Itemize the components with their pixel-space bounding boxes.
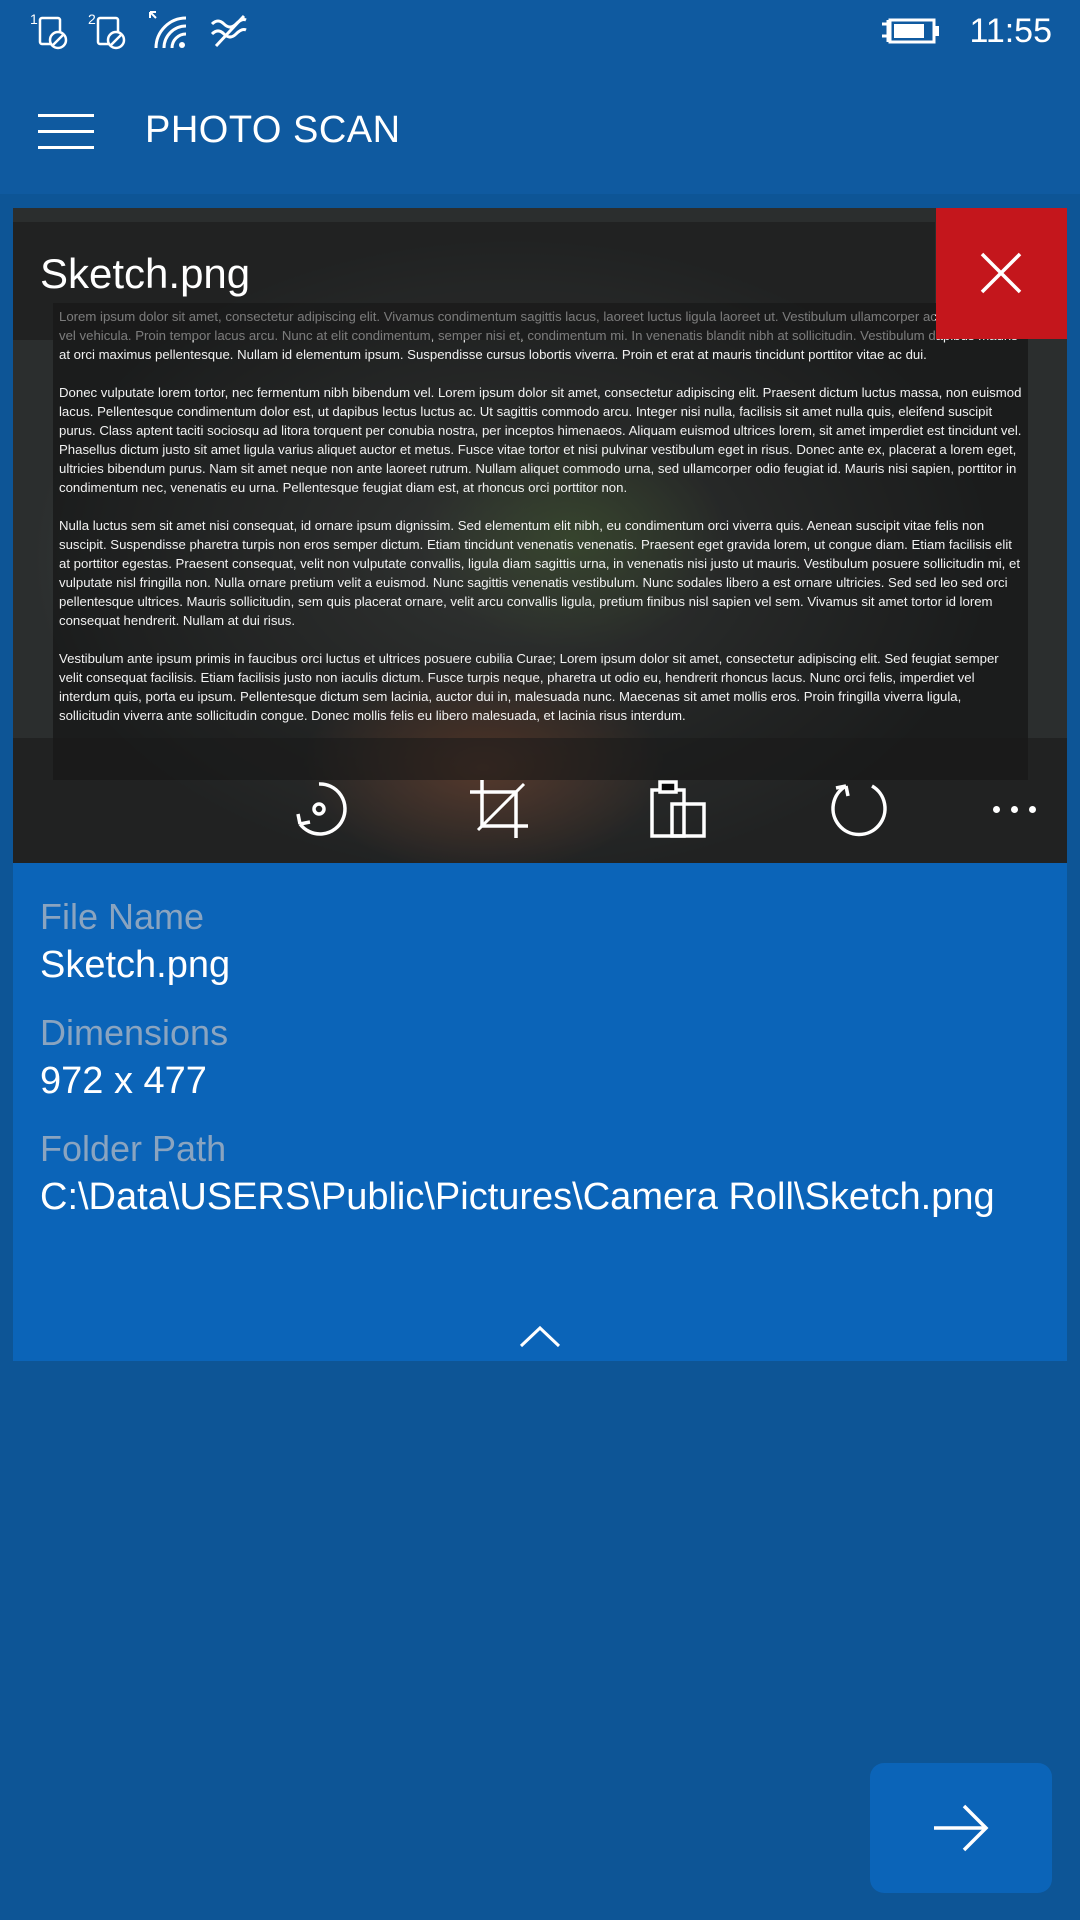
svg-text:1: 1 [30, 11, 38, 27]
hamburger-icon[interactable] [38, 114, 94, 149]
next-button[interactable] [870, 1763, 1052, 1893]
chevron-up-icon[interactable] [519, 1324, 561, 1348]
clock: 11:55 [969, 12, 1052, 50]
file-name-group: File Name Sketch.png [40, 894, 995, 990]
filter-button[interactable] [288, 778, 350, 840]
scan-card: Lorem ipsum dolor sit amet, consectetur … [13, 208, 1067, 1361]
dimensions-group: Dimensions 972 x 477 [40, 1010, 995, 1106]
dimensions-value: 972 x 477 [40, 1060, 207, 1102]
document-paragraph: Nulla luctus sem sit amet nisi consequat… [59, 518, 1020, 628]
flight-mode-icon [210, 14, 247, 48]
app-bar: PHOTO SCAN [0, 62, 1080, 194]
close-button[interactable] [936, 208, 1067, 339]
crop-icon [470, 780, 528, 838]
document-paragraph: Vestibulum ante ipsum primis in faucibus… [59, 651, 999, 723]
file-name-value: Sketch.png [40, 944, 231, 986]
app-title: PHOTO SCAN [145, 109, 401, 151]
folder-path-label: Folder Path [40, 1128, 227, 1169]
more-icon[interactable] [979, 790, 1049, 830]
close-icon [980, 252, 1022, 294]
arrow-right-icon [934, 1804, 989, 1852]
svg-text:2: 2 [88, 11, 96, 27]
folder-path-group: Folder Path C:\Data\USERS\Public\Picture… [40, 1126, 995, 1222]
scanned-document: Lorem ipsum dolor sit amet, consectetur … [53, 303, 1028, 780]
paste-icon [650, 780, 706, 838]
image-toolbar [13, 738, 1067, 863]
filter-icon [296, 782, 347, 836]
preview-file-title: Sketch.png [40, 250, 251, 297]
document-paragraph: Donec vulputate lorem tortor, nec fermen… [59, 385, 1022, 495]
file-name-label: File Name [40, 896, 205, 937]
sim1-blocked-icon: 1 [30, 11, 68, 50]
image-preview[interactable]: Lorem ipsum dolor sit amet, consectetur … [13, 208, 1067, 863]
rotate-button[interactable] [828, 778, 890, 840]
file-info: File Name Sketch.png Dimensions 972 x 47… [40, 894, 995, 1242]
battery-charging-icon [882, 18, 939, 44]
paste-button[interactable] [648, 778, 710, 840]
wifi-icon [149, 11, 187, 49]
crop-button[interactable] [468, 778, 530, 840]
status-bar: 1 2 11:55 [0, 0, 1080, 62]
dimensions-label: Dimensions [40, 1012, 229, 1053]
sim2-blocked-icon: 2 [88, 11, 126, 50]
folder-path-value: C:\Data\USERS\Public\Pictures\Camera Rol… [40, 1176, 995, 1218]
rotate-icon [831, 784, 887, 837]
